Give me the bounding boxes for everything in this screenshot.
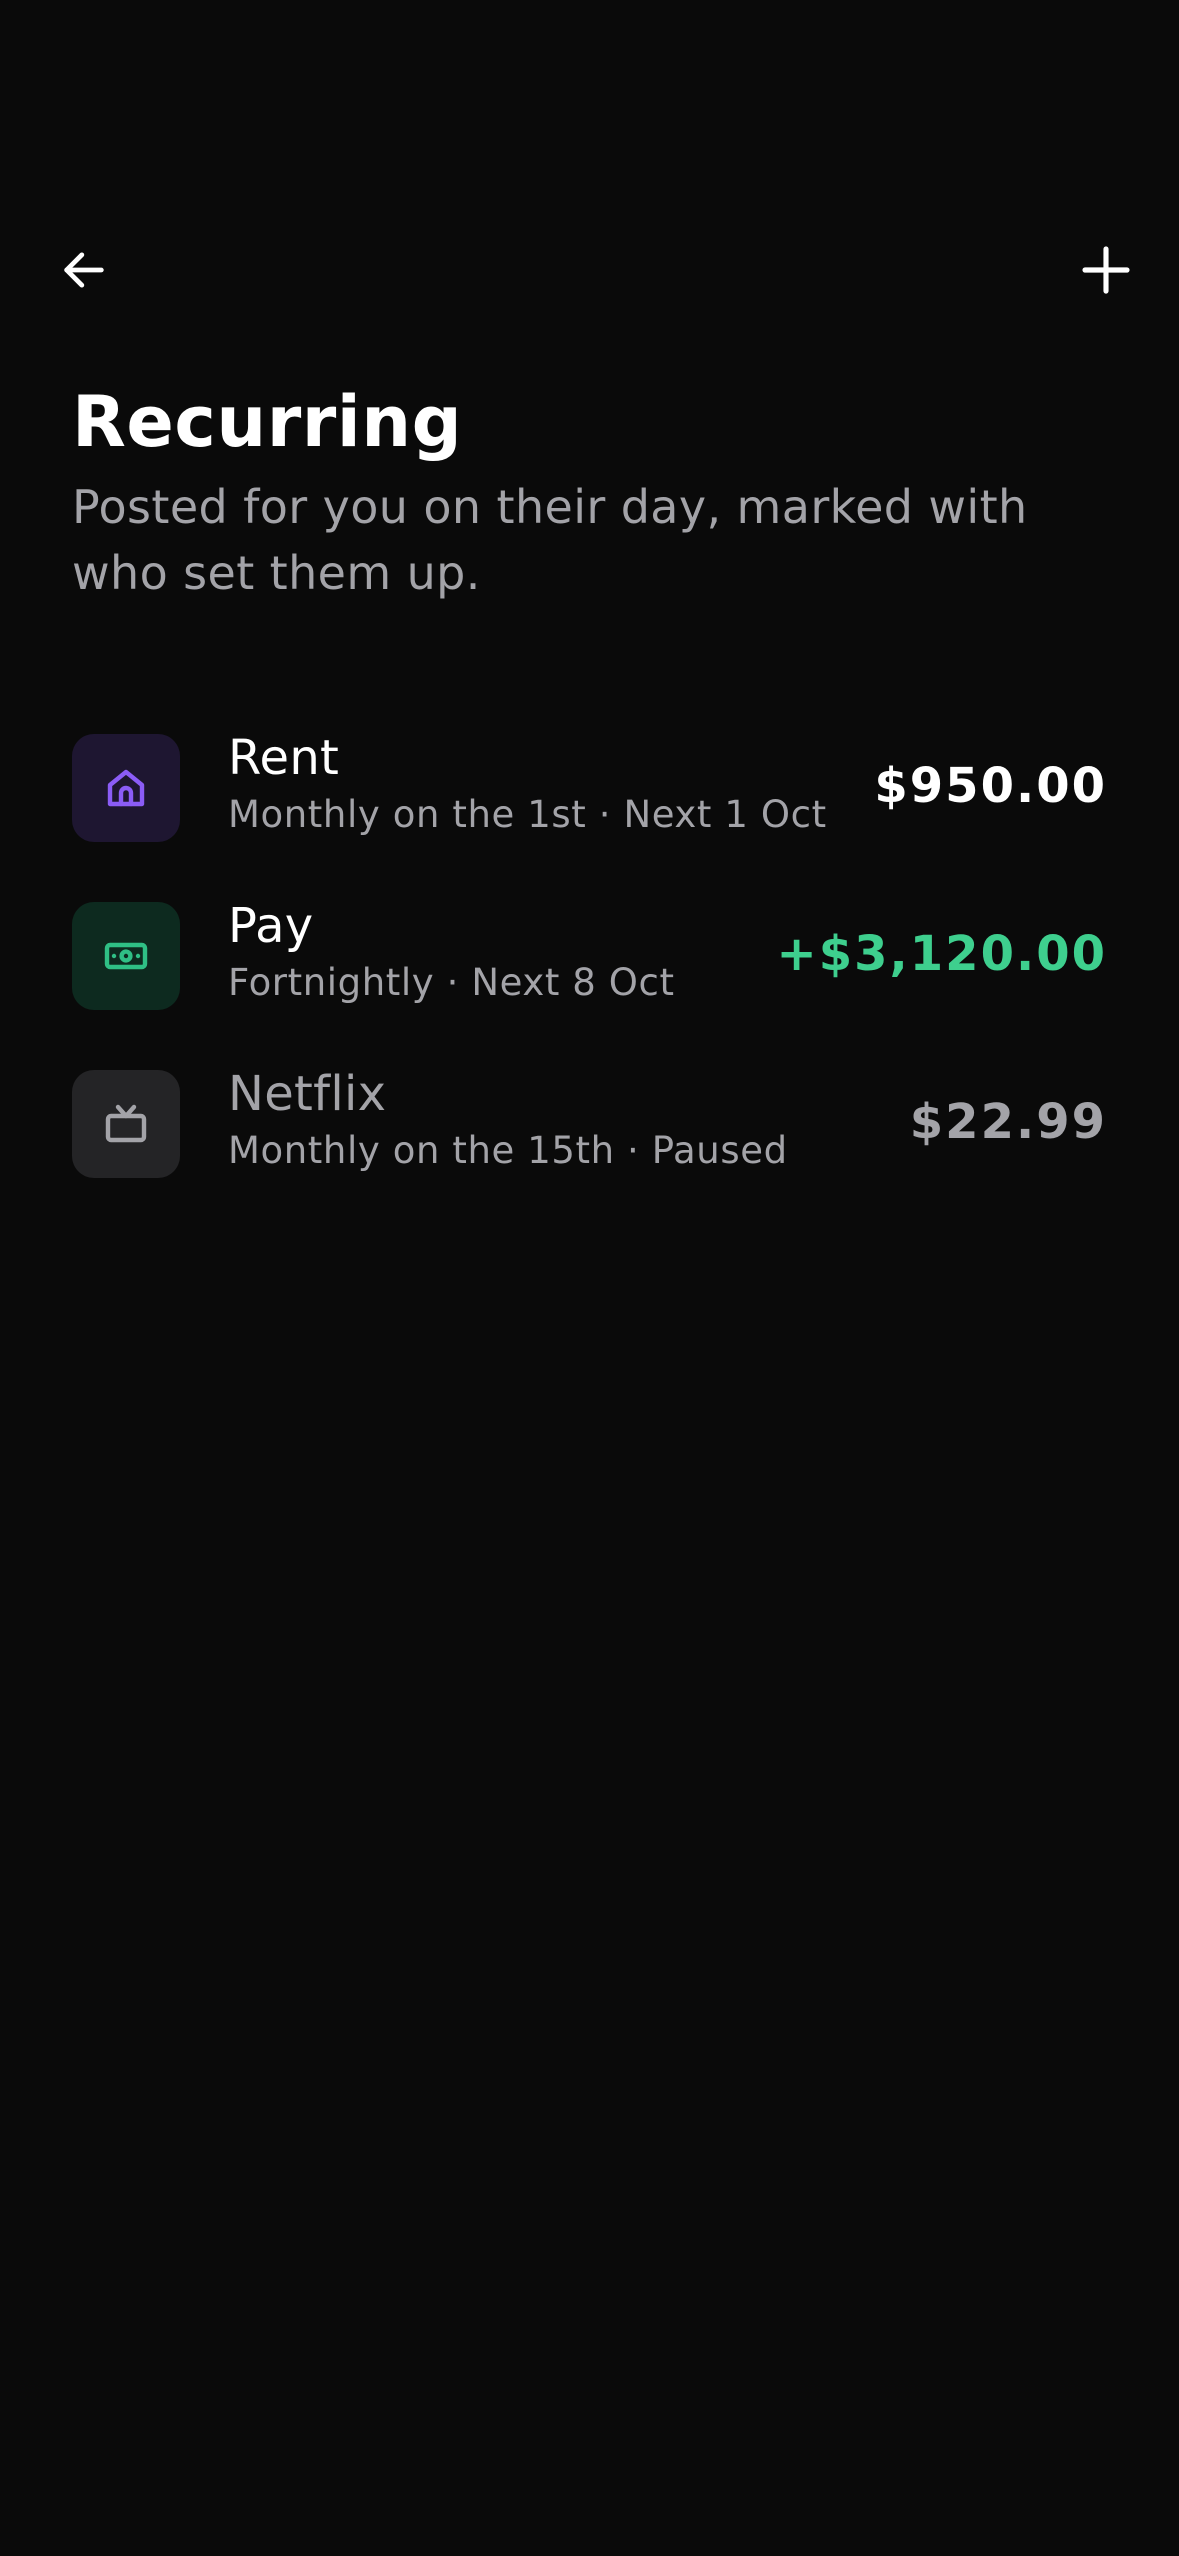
cash-icon: [104, 942, 148, 970]
recurring-item-pay[interactable]: Pay Fortnightly · Next 8 Oct +$3,120.00: [72, 898, 1107, 1066]
pay-icon-tile: [72, 902, 180, 1010]
recurring-item-title: Rent: [228, 730, 340, 786]
recurring-item-schedule: Monthly on the 1st · Next 1 Oct: [228, 793, 827, 836]
recurring-item-netflix[interactable]: Netflix Monthly on the 15th · Paused $22…: [72, 1066, 1107, 1234]
recurring-item-rent[interactable]: Rent Monthly on the 1st · Next 1 Oct $95…: [72, 730, 1107, 898]
arrow-left-icon: [64, 252, 104, 288]
tv-icon: [105, 1104, 147, 1143]
back-button[interactable]: [44, 230, 124, 310]
add-recurring-button[interactable]: [1066, 230, 1146, 310]
recurring-item-title: Pay: [228, 898, 314, 954]
page-subtitle: Posted for you on their day, marked with…: [72, 480, 1028, 600]
recurring-item-amount: $950.00: [874, 758, 1107, 814]
page-title: Recurring: [72, 381, 463, 463]
recurring-list: Rent Monthly on the 1st · Next 1 Oct $95…: [72, 730, 1107, 1234]
recurring-item-schedule: Fortnightly · Next 8 Oct: [228, 961, 675, 1004]
rent-icon-tile: [72, 734, 180, 842]
recurring-item-schedule: Monthly on the 15th · Paused: [228, 1129, 788, 1172]
top-bar: [0, 230, 1179, 310]
recurring-item-amount: $22.99: [909, 1094, 1107, 1150]
plus-icon: [1082, 246, 1130, 294]
house-icon: [107, 769, 145, 807]
recurring-item-amount: +$3,120.00: [776, 926, 1107, 982]
recurring-item-title: Netflix: [228, 1066, 387, 1122]
netflix-icon-tile: [72, 1070, 180, 1178]
